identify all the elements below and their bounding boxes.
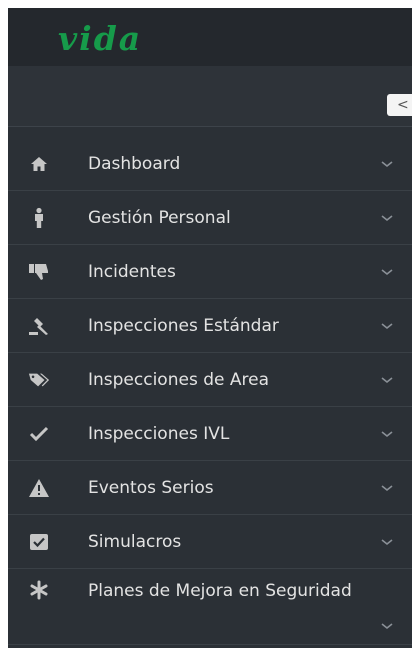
thumbs-down-icon <box>28 261 50 283</box>
sidebar-item-label: Gestión Personal <box>88 208 231 228</box>
sidebar-item-simulacros[interactable]: Simulacros <box>8 515 412 569</box>
sidebar-item-planes-de-mejora[interactable]: Planes de Mejora en Seguridad <box>8 569 412 645</box>
chevron-down-icon <box>381 323 393 330</box>
sidebar-item-inspecciones-de-area[interactable]: Inspecciones de Area <box>8 353 412 407</box>
chevron-down-icon <box>381 269 393 276</box>
checkbox-icon <box>28 531 50 553</box>
sidebar-collapse-button[interactable]: < <box>387 94 412 116</box>
sidebar-nav: Dashboard Gestión Personal Incidentes In… <box>8 137 412 645</box>
sidebar-toggle-area: < <box>8 66 412 127</box>
sidebar-item-label: Inspecciones de Area <box>88 370 269 390</box>
sidebar-item-dashboard[interactable]: Dashboard <box>8 137 412 191</box>
chevron-down-icon <box>381 377 393 384</box>
warning-icon <box>28 477 50 499</box>
check-icon <box>28 423 50 445</box>
sidebar-item-label: Eventos Serios <box>88 478 214 498</box>
person-icon <box>28 207 50 229</box>
sidebar-item-label: Dashboard <box>88 154 181 174</box>
chevron-down-icon <box>381 215 393 222</box>
sidebar-item-label: Inspecciones IVL <box>88 424 230 444</box>
gavel-icon <box>28 315 50 337</box>
chevron-down-icon <box>381 485 393 492</box>
sidebar-item-eventos-serios[interactable]: Eventos Serios <box>8 461 412 515</box>
sidebar-item-label: Planes de Mejora en Seguridad <box>88 581 352 601</box>
tags-icon <box>28 369 50 391</box>
sidebar-item-label: Inspecciones Estándar <box>88 316 279 336</box>
brand-logo[interactable]: vida <box>58 22 142 55</box>
brand-header: vida <box>8 8 412 66</box>
sidebar-item-label: Incidentes <box>88 262 176 282</box>
sidebar-item-label: Simulacros <box>88 532 182 552</box>
sidebar-item-gestion-personal[interactable]: Gestión Personal <box>8 191 412 245</box>
chevron-down-icon <box>381 539 393 546</box>
sidebar-panel: vida < Dashboard Gestión Personal Incide… <box>8 8 412 648</box>
sidebar-item-inspecciones-estandar[interactable]: Inspecciones Estándar <box>8 299 412 353</box>
home-icon <box>28 153 50 175</box>
sidebar-item-incidentes[interactable]: Incidentes <box>8 245 412 299</box>
chevron-down-icon <box>381 431 393 438</box>
chevron-down-icon <box>381 161 393 168</box>
sidebar-item-inspecciones-ivl[interactable]: Inspecciones IVL <box>8 407 412 461</box>
chevron-down-icon <box>381 623 393 630</box>
